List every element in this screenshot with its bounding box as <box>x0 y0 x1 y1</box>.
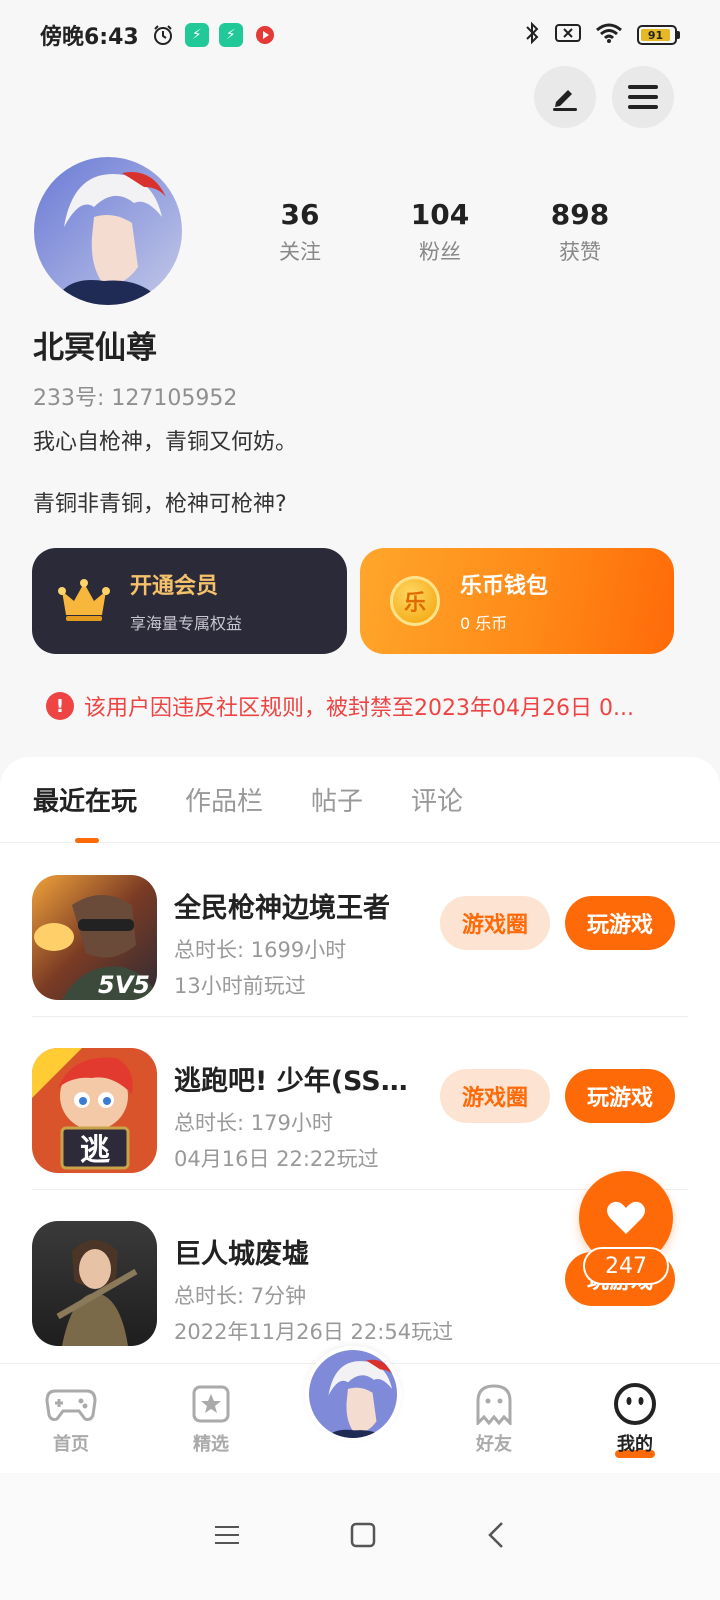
status-notification-icons: ⚡ ⚡ <box>151 23 277 47</box>
warning-icon: ! <box>46 692 74 720</box>
edit-profile-button[interactable] <box>534 66 596 128</box>
tab-label: 最近在玩 <box>33 787 138 817</box>
sim-icon <box>555 23 581 47</box>
avatar[interactable] <box>305 1346 401 1442</box>
status-bar: 傍晚6:43 ⚡ ⚡ 91 <box>0 0 720 70</box>
game-icon[interactable]: 逃 <box>32 1048 157 1173</box>
stat-value: 104 <box>410 198 470 231</box>
star-bookmark-icon <box>185 1382 237 1426</box>
video-app-icon <box>253 23 277 47</box>
bio-line-1: 我心自枪神，青铜又何妨。 <box>33 430 298 455</box>
game-icon[interactable]: 5V5 <box>32 875 157 1000</box>
bottom-nav: 首页 精选 好友 我的 <box>0 1346 720 1473</box>
ban-notice-text: 该用户因违反社区规则，被封禁至2023年04月26日 0... <box>84 696 634 721</box>
bluetooth-icon <box>523 21 541 49</box>
game-row[interactable]: 5V5 全民枪神边境王者 总时长: 1699小时 13小时前玩过 游戏圈 玩游戏 <box>32 844 688 1017</box>
like-count: 247 <box>583 1247 669 1285</box>
vip-title: 开通会员 <box>130 574 219 599</box>
heart-icon <box>607 1201 645 1234</box>
gamepad-icon <box>45 1382 97 1426</box>
top-actions <box>534 66 674 128</box>
tab-comments[interactable]: 评论 <box>411 757 463 843</box>
stat-followers[interactable]: 104 粉丝 <box>370 196 510 266</box>
play-game-button[interactable]: 玩游戏 <box>565 1069 675 1123</box>
stat-following[interactable]: 36 关注 <box>230 196 370 266</box>
game-total-time: 总时长: 7分钟 <box>174 1284 307 1308</box>
pencil-icon <box>553 90 577 111</box>
nav-item-featured[interactable]: 精选 <box>171 1382 251 1456</box>
game-total-time: 总时长: 1699小时 <box>174 938 347 962</box>
game-last-played: 2022年11月26日 22:54玩过 <box>174 1320 454 1344</box>
game-badge: 5V5 <box>98 971 150 999</box>
home-button[interactable] <box>350 1522 376 1552</box>
tab-works[interactable]: 作品栏 <box>185 757 263 843</box>
stat-label: 获赞 <box>559 240 601 264</box>
app-notification-icon-2: ⚡ <box>218 23 243 47</box>
wallet-title: 乐币钱包 <box>460 574 549 599</box>
stat-label: 粉丝 <box>419 240 461 264</box>
game-badge: 逃 <box>80 1133 110 1168</box>
game-last-played: 04月16日 22:22玩过 <box>174 1147 379 1171</box>
user-id: 233号: 127105952 <box>33 386 238 411</box>
tab-recent-played[interactable]: 最近在玩 <box>33 757 137 843</box>
app-notification-icon: ⚡ <box>184 23 209 47</box>
tab-indicator <box>75 837 99 843</box>
wallet-card[interactable]: 乐 乐币钱包 0 乐币 <box>360 548 674 654</box>
nav-item-friends[interactable]: 好友 <box>454 1382 534 1456</box>
tab-label: 作品栏 <box>185 787 264 817</box>
nav-label: 首页 <box>53 1434 89 1455</box>
tab-label: 评论 <box>411 787 464 817</box>
play-game-button[interactable]: 玩游戏 <box>565 896 675 950</box>
recent-apps-button[interactable] <box>214 1524 240 1550</box>
vip-card[interactable]: 开通会员 享海量专属权益 <box>32 548 347 654</box>
stat-value: 36 <box>280 198 320 231</box>
wifi-icon <box>595 22 623 48</box>
nickname: 北冥仙尊 <box>33 330 157 366</box>
game-name: 逃跑吧! 少年(SS1... <box>174 1066 422 1097</box>
hamburger-icon <box>628 85 658 109</box>
menu-button[interactable] <box>612 66 674 128</box>
game-icon[interactable] <box>32 1221 157 1346</box>
back-button[interactable] <box>486 1521 506 1553</box>
status-time: 傍晚6:43 <box>40 25 139 50</box>
vip-subtitle: 享海量专属权益 <box>130 614 243 633</box>
game-name: 全民枪神边境王者 <box>174 893 390 924</box>
alarm-icon <box>151 23 175 47</box>
ban-notice: ! 该用户因违反社区规则，被封禁至2023年04月26日 0... <box>46 690 666 722</box>
game-row[interactable]: 逃 逃跑吧! 少年(SS1... 总时长: 179小时 04月16日 22:22… <box>32 1017 688 1190</box>
game-circle-button[interactable]: 游戏圈 <box>440 1069 550 1123</box>
crown-icon <box>58 575 110 627</box>
status-system-icons: 91 <box>523 21 680 49</box>
game-circle-button[interactable]: 游戏圈 <box>440 896 550 950</box>
game-last-played: 13小时前玩过 <box>174 974 306 998</box>
profile-tabs: 最近在玩 作品栏 帖子 评论 <box>0 757 720 843</box>
game-total-time: 总时长: 179小时 <box>174 1111 333 1135</box>
smiley-icon <box>609 1382 661 1426</box>
battery-level: 91 <box>641 29 671 42</box>
battery-icon: 91 <box>637 25 680 45</box>
coin-icon: 乐 <box>390 576 440 626</box>
nav-label: 我的 <box>617 1434 653 1455</box>
nav-item-mine[interactable]: 我的 <box>595 1382 675 1458</box>
nav-label: 好友 <box>476 1434 512 1455</box>
stat-value: 898 <box>550 198 610 231</box>
tab-posts[interactable]: 帖子 <box>311 757 363 843</box>
bio-line-2: 青铜非青铜，枪神可枪神? <box>33 492 287 517</box>
profile-stats: 36 关注 104 粉丝 898 获赞 <box>230 196 650 266</box>
avatar[interactable] <box>34 157 182 305</box>
ghost-icon <box>468 1382 520 1426</box>
tab-label: 帖子 <box>311 787 364 817</box>
wallet-balance: 0 乐币 <box>460 614 508 633</box>
nav-item-home[interactable]: 首页 <box>31 1382 111 1456</box>
stat-label: 关注 <box>279 240 321 264</box>
system-navigation-bar <box>0 1474 720 1600</box>
game-name: 巨人城废墟 <box>174 1239 309 1270</box>
stat-likes[interactable]: 898 获赞 <box>510 196 650 266</box>
nav-label: 精选 <box>193 1434 229 1455</box>
